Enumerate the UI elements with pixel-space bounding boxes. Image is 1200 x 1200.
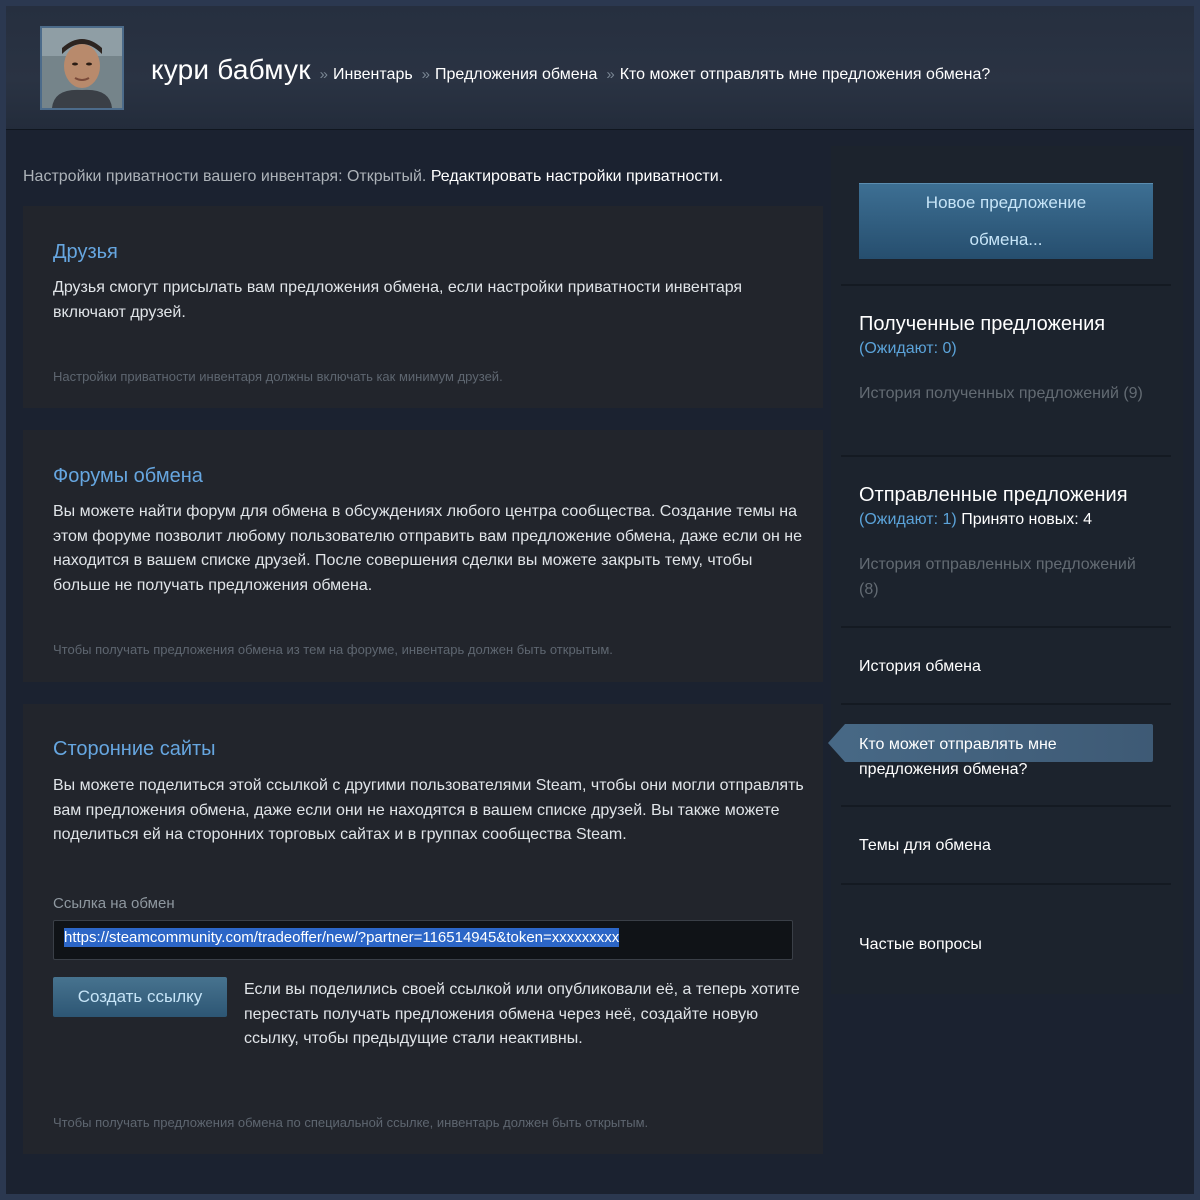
sidebar: Новое предложение обмена... Полученные п… — [831, 146, 1183, 994]
faq-link[interactable]: Частые вопросы — [859, 936, 982, 954]
forums-text: Вы можете найти форум для обмена в обсуж… — [53, 503, 802, 594]
breadcrumb-separator: » — [319, 66, 328, 83]
breadcrumb: кури бабмук » Инвентарь » Предложения об… — [151, 54, 990, 94]
avatar[interactable] — [40, 26, 124, 110]
trade-link-label: Ссылка на обмен — [53, 895, 175, 912]
friends-title: Друзья — [53, 241, 118, 263]
user-name-link[interactable]: кури бабмук — [151, 54, 311, 86]
forums-title: Форумы обмена — [53, 465, 203, 487]
new-offer-label-line1: Новое предложение — [925, 193, 1087, 212]
trade-link-value: https://steamcommunity.com/tradeoffer/ne… — [64, 928, 620, 947]
trade-topics-link[interactable]: Темы для обмена — [859, 837, 991, 855]
trade-history-link[interactable]: История обмена — [859, 658, 981, 676]
divider — [841, 455, 1171, 457]
sent-history-link[interactable]: История отправленных предложений (8) — [859, 552, 1149, 602]
breadcrumb-trade-offers[interactable]: Предложения обмена — [435, 66, 597, 84]
divider — [841, 703, 1171, 705]
third-party-panel: Сторонние сайты Вы можете поделиться это… — [23, 704, 823, 1154]
divider — [841, 626, 1171, 628]
forums-panel: Форумы обмена Вы можете найти форум для … — [23, 430, 823, 682]
sent-offers-link[interactable]: Отправленные предложения — [859, 484, 1128, 507]
breadcrumb-separator: » — [421, 66, 431, 83]
trade-link-field[interactable]: https://steamcommunity.com/tradeoffer/ne… — [53, 920, 793, 960]
forums-note: Чтобы получать предложения обмена из тем… — [53, 642, 613, 657]
third-party-text: Вы можете поделиться этой ссылкой с друг… — [53, 777, 804, 843]
profile-header: кури бабмук » Инвентарь » Предложения об… — [6, 6, 1194, 130]
received-pending-count[interactable]: (Ожидают: 0) — [859, 340, 957, 358]
edit-privacy-link[interactable]: Редактировать настройки приватности. — [431, 168, 723, 185]
sent-pending-count[interactable]: (Ожидают: 1) — [859, 511, 957, 528]
third-party-title: Сторонние сайты — [53, 738, 216, 760]
divider — [841, 284, 1171, 286]
received-offers-link[interactable]: Полученные предложения — [859, 313, 1105, 336]
breadcrumb-current[interactable]: Кто может отправлять мне предложения обм… — [620, 66, 991, 84]
create-link-button[interactable]: Создать ссылку — [53, 977, 227, 1017]
create-link-description: Если вы поделились своей ссылкой или опу… — [244, 981, 800, 1047]
divider — [841, 883, 1171, 885]
friends-note: Настройки приватности инвентаря должны в… — [53, 369, 503, 384]
divider — [841, 805, 1171, 807]
sent-accepted-count: Принято новых: 4 — [961, 511, 1093, 528]
sent-status: (Ожидают: 1) Принято новых: 4 — [859, 511, 1092, 529]
active-pointer-icon — [828, 724, 845, 762]
received-history-link[interactable]: История полученных предложений (9) — [859, 381, 1149, 406]
privacy-status: Настройки приватности вашего инвентаря: … — [23, 168, 723, 186]
new-trade-offer-button[interactable]: Новое предложение обмена... — [859, 183, 1153, 259]
breadcrumb-inventory[interactable]: Инвентарь — [333, 66, 413, 84]
friends-text: Друзья смогут присылать вам предложения … — [53, 279, 743, 321]
new-offer-label-line2: обмена... — [969, 230, 1043, 249]
breadcrumb-separator: » — [606, 66, 615, 83]
friends-panel: Друзья Друзья смогут присылать вам предл… — [23, 206, 823, 408]
privacy-text: Настройки приватности вашего инвентаря: … — [23, 168, 427, 185]
who-can-send-link[interactable]: Кто может отправлять мне предложения обм… — [859, 732, 1149, 782]
third-party-note: Чтобы получать предложения обмена по спе… — [53, 1115, 649, 1130]
